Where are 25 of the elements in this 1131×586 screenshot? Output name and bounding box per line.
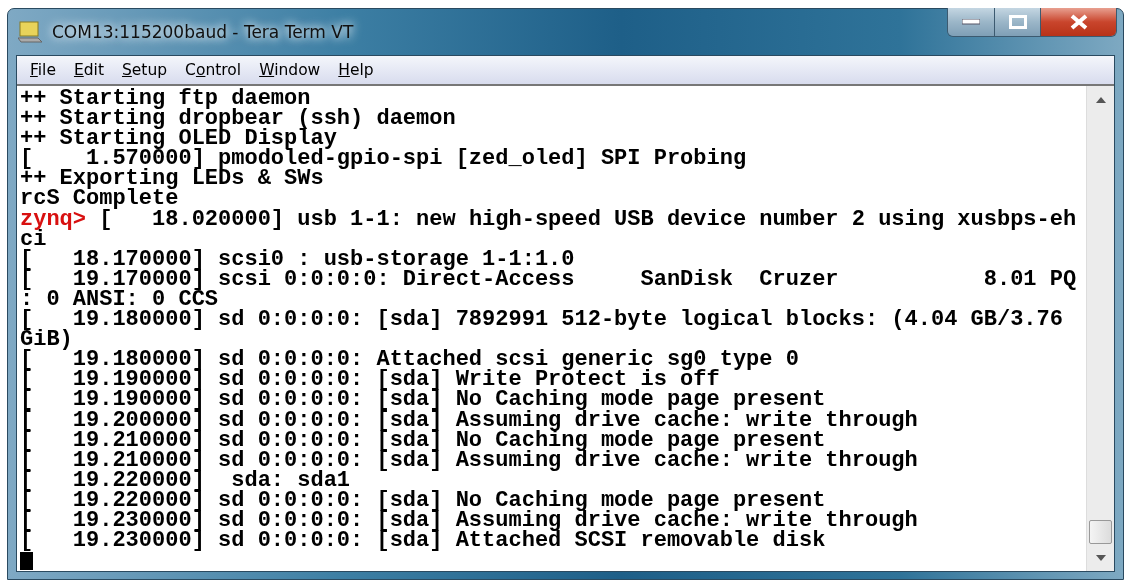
text-cursor (20, 552, 33, 571)
terminal-line: GiB) (20, 330, 74, 351)
terminal-app-icon (18, 21, 42, 43)
scroll-thumb[interactable] (1089, 520, 1112, 544)
close-button[interactable] (1040, 8, 1116, 36)
minimize-icon (962, 19, 980, 25)
menu-item[interactable]: Control (176, 56, 251, 84)
terminal-line: zynq> [ 18.020000] usb 1-1: new high-speed USB device number 2 using xusbps-eh (20, 209, 1078, 230)
up-arrow-icon (1095, 96, 1106, 103)
terminal-line: ++ Exporting LEDs & SWs (20, 169, 324, 190)
terminal-line: [ 1.570000] pmodoled-gpio-spi [zed_oled] SPI Probing (20, 149, 748, 170)
menu-item[interactable]: Edit (64, 56, 113, 84)
maximize-icon (1008, 15, 1027, 29)
menu-item[interactable]: Help (329, 56, 383, 84)
minimize-button[interactable] (948, 8, 994, 36)
maximize-button[interactable] (994, 8, 1040, 36)
terminal-line: rcS Complete (20, 189, 179, 210)
scrollbar[interactable] (1086, 86, 1114, 571)
terminal-line: ci (20, 229, 47, 250)
down-arrow-icon (1095, 554, 1106, 561)
menu-item[interactable]: Window (250, 56, 330, 84)
window-title: COM13:115200baud - Tera Term VT (52, 22, 354, 42)
menu-item[interactable]: Setup (113, 56, 177, 84)
close-icon (1068, 14, 1089, 30)
menu-item[interactable]: File (21, 56, 65, 84)
